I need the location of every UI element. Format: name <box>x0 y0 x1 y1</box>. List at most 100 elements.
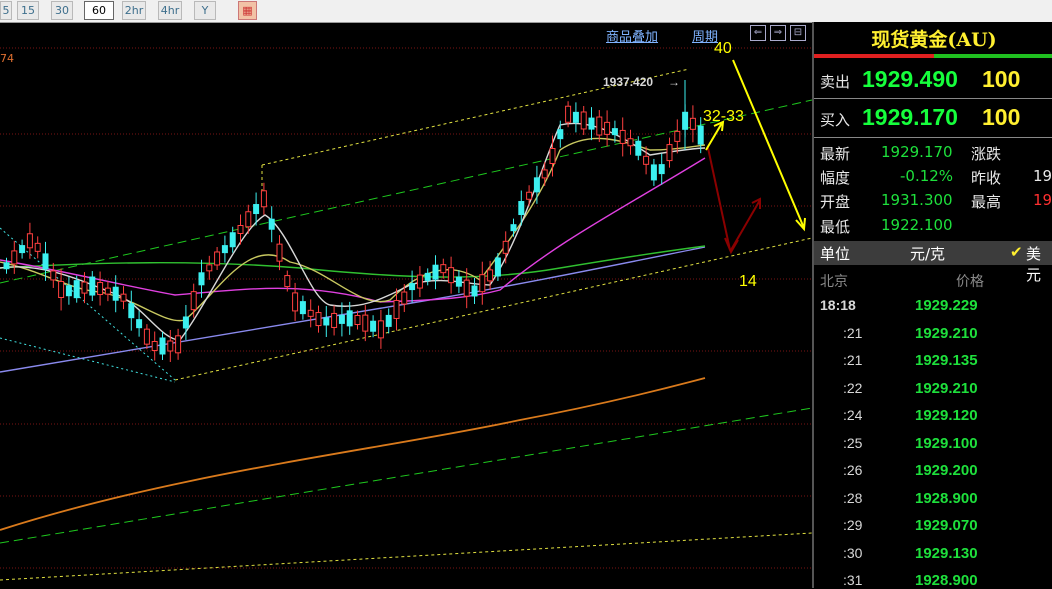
ma-white <box>0 122 706 341</box>
candle-body <box>572 111 579 123</box>
expand-icon[interactable]: ⊟ <box>790 25 806 41</box>
ma-green <box>0 245 706 278</box>
prev-close-label: 昨收 <box>971 169 1002 187</box>
candle-body <box>245 211 252 228</box>
candle-body <box>674 130 681 142</box>
candle-body <box>596 116 603 136</box>
tick-time: :28 <box>843 489 863 506</box>
candle-body <box>635 140 642 156</box>
candle-body <box>494 257 501 277</box>
tick-time: :24 <box>843 407 863 423</box>
tick-time: :25 <box>843 434 863 451</box>
tick-time: :26 <box>843 462 863 478</box>
candle-body <box>112 286 119 301</box>
candle-body <box>533 177 540 193</box>
candle-body <box>11 250 18 265</box>
annotation-target-low: 14 <box>739 273 757 290</box>
candle-body <box>276 243 283 262</box>
period-30-button[interactable]: 30 <box>51 1 73 20</box>
latest-value: 1929.170 <box>881 143 953 161</box>
candle-body <box>3 262 10 270</box>
candle-body <box>471 285 478 297</box>
candle-body <box>455 276 462 287</box>
candle-body <box>338 314 345 324</box>
tick-time: :22 <box>843 379 863 396</box>
candle-body <box>167 340 174 352</box>
buy-bar <box>934 54 1052 58</box>
arrow-red-down <box>707 147 731 251</box>
period-2hr-button[interactable]: 2hr <box>122 1 146 20</box>
period-toolbar: 5 15 30 60 2hr 4hr Y ▦ <box>0 0 1052 23</box>
candle-body <box>697 125 704 145</box>
pct-label: 幅度 <box>820 169 851 187</box>
candle-body <box>487 269 494 282</box>
ma-blue <box>0 246 706 373</box>
candle-body <box>307 309 314 317</box>
tick-time: :29 <box>843 517 863 533</box>
candle-body <box>151 341 158 351</box>
ma-orange-long <box>0 377 706 531</box>
candle-body <box>666 144 673 162</box>
candle-body <box>416 274 423 289</box>
period-5-button[interactable]: 5 <box>0 1 12 20</box>
buy-qty: 100 <box>982 104 1021 130</box>
candle-body <box>393 299 400 319</box>
unit-value[interactable]: 元/克 <box>910 243 945 264</box>
calendar-icon[interactable]: ▦ <box>238 1 257 20</box>
candle-body <box>643 155 650 165</box>
overlay-link[interactable]: 商品叠加 <box>606 26 658 45</box>
candle-body <box>206 264 213 272</box>
candle-body <box>19 245 26 254</box>
sell-qty: 100 <box>982 66 1021 92</box>
candle-body <box>650 164 657 181</box>
period-60-button[interactable]: 60 <box>84 1 114 20</box>
candle-body <box>182 316 189 329</box>
candle-body <box>89 276 96 296</box>
candle-body <box>315 312 322 327</box>
price-chart[interactable]: 74 1937.420 → 40 32-33 14 商品叠加 周期 ⇐ ⇒ ⊟ <box>0 22 812 588</box>
prev-close-value: 19 <box>1033 167 1052 185</box>
sell-bar <box>814 54 934 58</box>
candle-body <box>284 275 291 288</box>
low-label: 最低 <box>820 218 851 236</box>
candle-body <box>50 270 57 281</box>
tick-price: 1928.900 <box>915 572 978 589</box>
candle-body <box>409 283 416 291</box>
scroll-left-icon[interactable]: ⇐ <box>750 25 766 41</box>
candle-body <box>580 111 587 130</box>
currency-label[interactable]: 美元 <box>1026 243 1052 285</box>
candle-body <box>214 251 221 266</box>
candle-body <box>627 138 634 147</box>
sell-label: 卖出 <box>820 73 851 91</box>
tick-price: 1929.120 <box>915 407 978 424</box>
candle-body <box>26 233 33 249</box>
candle-body <box>401 291 408 305</box>
ticks-time-header: 北京 <box>820 274 848 290</box>
candle-body <box>260 190 267 208</box>
candle-body <box>190 291 197 311</box>
candle-body <box>354 315 361 325</box>
period-link[interactable]: 周期 <box>692 26 718 45</box>
candle-body <box>331 312 338 328</box>
quote-panel: 现货黄金(AU) 卖出 1929.490 100 买入 1929.170 100… <box>812 22 1052 589</box>
period-4hr-button[interactable]: 4hr <box>158 1 182 20</box>
period-15-button[interactable]: 15 <box>17 1 39 20</box>
high-marker-arrow: → <box>668 75 680 89</box>
candle-body <box>362 314 369 332</box>
candle-body <box>136 319 143 329</box>
tick-price: 1929.229 <box>915 297 978 314</box>
candle-body <box>479 274 486 293</box>
candle-body <box>42 253 49 270</box>
green-channel-lower <box>0 407 812 544</box>
candle-body <box>448 267 455 284</box>
sell-row: 卖出 1929.490 100 <box>814 64 1052 96</box>
candle-body <box>440 264 447 274</box>
high-value: 19 <box>1033 191 1052 209</box>
tick-price: 1929.200 <box>915 462 978 479</box>
candle-body <box>323 317 330 326</box>
annotation-resistance: 32-33 <box>703 108 744 125</box>
latest-label: 最新 <box>820 145 851 163</box>
period-year-button[interactable]: Y <box>194 1 216 20</box>
candle-body <box>237 225 244 234</box>
scroll-right-icon[interactable]: ⇒ <box>770 25 786 41</box>
